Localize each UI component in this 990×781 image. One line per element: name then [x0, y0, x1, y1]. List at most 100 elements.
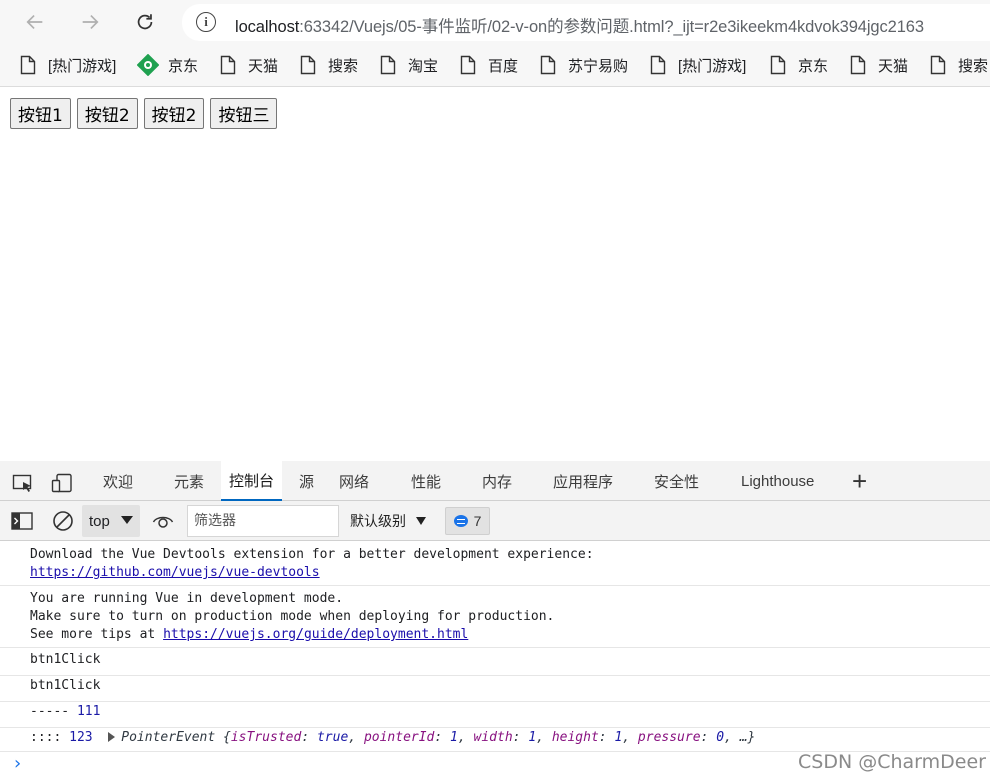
- tab-application[interactable]: 应用程序: [545, 461, 621, 501]
- reload-icon: [137, 14, 153, 30]
- console-message: btn1Click: [0, 676, 990, 702]
- log-level-selector[interactable]: 默认级别: [350, 510, 426, 532]
- object-key: width: [473, 730, 513, 745]
- bookmark-item[interactable]: 搜索: [930, 54, 988, 76]
- message-text: btn1Click: [30, 652, 101, 667]
- bookmark-label: 京东: [798, 57, 829, 75]
- page-icon: [650, 55, 666, 75]
- console-message: ----- 111: [0, 702, 990, 728]
- url-host: localhost: [235, 18, 300, 36]
- console-toolbar: [0, 501, 990, 541]
- page-icon: [540, 55, 556, 75]
- browser-toolbar: i localhost:63342/Vuejs/05-事件监听/02-v-on的…: [0, 0, 990, 44]
- message-text: See more tips at: [30, 627, 164, 642]
- message-count: 7: [473, 513, 482, 529]
- console-prompt-chevron-icon[interactable]: ›: [14, 753, 21, 774]
- page-icon: [850, 55, 866, 75]
- console-message: :::: 123 PointerEvent {isTrusted: true, …: [0, 728, 990, 752]
- console-message: btn1Click: [0, 650, 990, 676]
- reload-button[interactable]: [130, 7, 160, 37]
- bookmark-label: 天猫: [248, 57, 279, 75]
- message-text: -----: [30, 704, 77, 719]
- log-level-value: 默认级别: [350, 514, 406, 530]
- bookmark-label: 百度: [488, 57, 519, 75]
- console-message: You are running Vue in development mode.…: [0, 590, 990, 648]
- device-emulation-icon[interactable]: [51, 472, 73, 494]
- bookmark-item[interactable]: 苏宁易购: [540, 54, 628, 76]
- bookmark-item[interactable]: 京东: [770, 54, 828, 76]
- page-icon: [220, 55, 236, 75]
- button-3[interactable]: 按钮三: [210, 98, 278, 129]
- tab-performance[interactable]: 性能: [403, 461, 449, 501]
- object-value: 0: [716, 730, 725, 745]
- address-bar[interactable]: i localhost:63342/Vuejs/05-事件监听/02-v-on的…: [182, 4, 990, 41]
- inspect-element-icon[interactable]: [12, 472, 34, 494]
- bookmark-item[interactable]: 京东: [137, 54, 198, 76]
- url-text[interactable]: localhost:63342/Vuejs/05-事件监听/02-v-on的参数…: [235, 13, 924, 37]
- tab-sources[interactable]: 源: [291, 461, 322, 501]
- button-2[interactable]: 按钮2: [76, 98, 138, 129]
- arrow-right-icon: [82, 14, 99, 30]
- object-key: isTrusted: [230, 730, 302, 745]
- message-number: 111: [76, 704, 101, 719]
- watermark: CSDN @CharmDeer: [798, 751, 986, 773]
- tab-lighthouse[interactable]: Lighthouse: [733, 461, 822, 501]
- bookmark-item[interactable]: 淘宝: [380, 54, 438, 76]
- message-text: Download the Vue Devtools extension for …: [30, 547, 594, 562]
- object-key: height: [551, 730, 599, 745]
- bookmark-item[interactable]: [热门游戏]: [650, 54, 746, 76]
- message-text: btn1Click: [30, 678, 101, 693]
- button-2-second[interactable]: 按钮2: [143, 98, 205, 129]
- bookmark-item[interactable]: [热门游戏]: [20, 54, 116, 76]
- deployment-guide-link[interactable]: https://vuejs.org/guide/deployment.html: [163, 627, 468, 642]
- page-icon: [300, 55, 316, 75]
- live-expression-eye-icon[interactable]: [152, 512, 174, 530]
- url-path: :63342/Vuejs/05-事件监听/02-v-on的参数问题.html?_…: [299, 18, 924, 36]
- object-value: 1: [450, 730, 458, 745]
- bookmark-label: 天猫: [878, 57, 909, 75]
- button-1[interactable]: 按钮1: [10, 98, 71, 129]
- caret-down-icon: [416, 517, 426, 525]
- plus-icon[interactable]: +: [852, 468, 867, 494]
- site-info-icon[interactable]: i: [196, 12, 216, 32]
- message-text: You are running Vue in development mode.: [30, 591, 344, 606]
- caret-down-icon: [121, 516, 133, 524]
- console-filter-input[interactable]: [187, 505, 339, 537]
- arrow-left-icon: [26, 14, 43, 30]
- message-count-badge[interactable]: 7: [445, 507, 490, 535]
- page-icon: [380, 55, 396, 75]
- bookmark-label: 京东: [168, 57, 199, 75]
- context-value: top: [89, 512, 110, 530]
- tab-welcome[interactable]: 欢迎: [95, 461, 141, 501]
- page-button-row: 按钮1 按钮2 按钮2 按钮三: [10, 98, 278, 129]
- object-ellipsis: …}: [739, 730, 756, 745]
- tab-memory[interactable]: 内存: [474, 461, 520, 501]
- tab-console[interactable]: 控制台: [221, 461, 283, 501]
- object-type-name[interactable]: PointerEvent: [121, 730, 215, 745]
- page-icon: [930, 55, 946, 75]
- context-selector[interactable]: top: [82, 505, 140, 537]
- bookmark-label: 搜索: [328, 57, 359, 75]
- back-button[interactable]: [20, 7, 50, 37]
- tab-network[interactable]: 网络: [331, 461, 377, 501]
- jd-icon: [137, 54, 159, 76]
- bookmark-item[interactable]: 搜索: [300, 54, 358, 76]
- tab-security[interactable]: 安全性: [646, 461, 707, 501]
- sidebar-toggle-icon[interactable]: [11, 512, 33, 530]
- message-bubble-icon: [453, 515, 468, 527]
- tab-elements[interactable]: 元素: [166, 461, 212, 501]
- bookmark-label: [热门游戏]: [678, 57, 747, 75]
- clear-console-icon[interactable]: [52, 510, 74, 532]
- bookmark-label: 搜索: [958, 57, 989, 75]
- object-key: pressure: [637, 730, 701, 745]
- bookmark-item[interactable]: 百度: [460, 54, 518, 76]
- bookmark-item[interactable]: 天猫: [850, 54, 908, 76]
- vue-devtools-link[interactable]: https://github.com/vuejs/vue-devtools: [30, 565, 320, 580]
- page-icon: [20, 55, 36, 75]
- expand-triangle-icon[interactable]: [108, 732, 116, 742]
- bookmark-item[interactable]: 天猫: [220, 54, 278, 76]
- bookmark-label: 苏宁易购: [568, 57, 629, 75]
- bookmark-label: 淘宝: [408, 57, 439, 75]
- forward-button[interactable]: [75, 7, 105, 37]
- bookmark-label: [热门游戏]: [48, 57, 117, 75]
